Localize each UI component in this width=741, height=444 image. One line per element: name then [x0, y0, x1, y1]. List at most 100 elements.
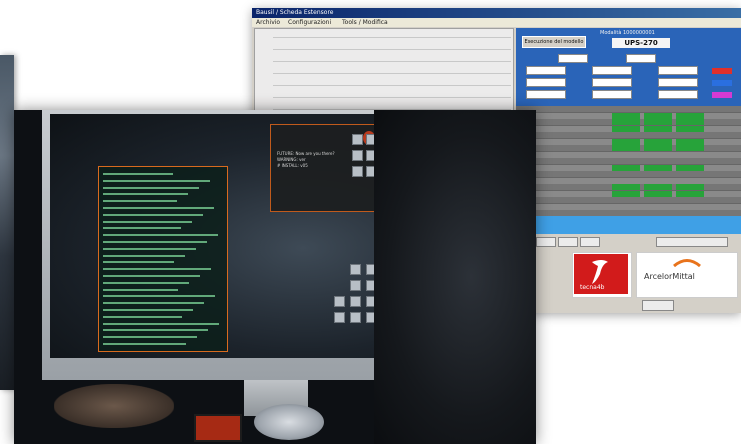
terminal-line: [103, 247, 196, 250]
tecna-logo-text: tecna4b: [580, 284, 605, 291]
grid-line: [273, 49, 511, 50]
status-cell: [644, 138, 672, 145]
display-value: UPS-270: [612, 38, 670, 48]
field-input[interactable]: [526, 78, 566, 87]
handheld-device: [194, 414, 242, 442]
grid-line: [273, 85, 511, 86]
terminal-line: [103, 234, 218, 237]
status-cell: [644, 184, 672, 190]
display-label: Modalità 1000000001: [600, 30, 655, 36]
status-cell: [676, 184, 704, 190]
field-input[interactable]: [658, 90, 698, 99]
desktop-icon: [334, 312, 345, 323]
status-cell: [676, 138, 704, 145]
person-silhouette: [374, 110, 536, 444]
terminal-line: [103, 309, 193, 311]
status-cell: [612, 125, 640, 132]
desktop-icon: [350, 264, 361, 275]
selected-row[interactable]: [516, 216, 741, 234]
window-title: Bausil / Scheda Estensore: [256, 9, 334, 16]
terminal-line: [103, 173, 173, 175]
terminal-line: [103, 193, 188, 196]
desktop-icon: [352, 150, 363, 161]
desktop-icon: [350, 312, 361, 323]
status-cell: [676, 112, 704, 119]
status-cell: [644, 125, 672, 132]
terminal-line: [103, 302, 204, 305]
status-cell: [644, 164, 672, 171]
terminal-line: [103, 207, 214, 209]
field-input[interactable]: [592, 78, 632, 87]
control-panel: Esecuzione del modello Modalità 10000000…: [516, 28, 741, 106]
control-strip: [516, 234, 741, 248]
title-bar: Bausil / Scheda Estensore: [252, 8, 741, 18]
grid-line: [273, 73, 511, 74]
grid-line: [273, 37, 511, 38]
popup-line: # INSTALL: v05: [277, 163, 308, 168]
terminal-line: [103, 254, 185, 257]
menu-item-configurazioni[interactable]: Configurazioni: [288, 18, 331, 27]
terminal-line: [103, 268, 211, 271]
status-cell: [676, 145, 704, 151]
terminal-line: [103, 329, 208, 332]
strip-button[interactable]: [580, 237, 600, 247]
status-cell: [612, 145, 640, 151]
terminal-line: [103, 200, 177, 203]
popup-line: FUTURE: Now are you there?: [277, 151, 335, 156]
terminal-line: [103, 179, 210, 182]
terminal-line: [103, 241, 207, 243]
terminal-line: [103, 288, 178, 291]
field-input[interactable]: [526, 66, 566, 75]
menu-bar: Archivio Configurazioni Tools / Modifica: [252, 18, 741, 27]
program-button[interactable]: Esecuzione del modello: [522, 36, 586, 48]
field-input[interactable]: [626, 54, 656, 63]
status-cell: [644, 112, 672, 119]
field-input[interactable]: [526, 90, 566, 99]
terminal-window: [98, 166, 228, 352]
strip-button[interactable]: [536, 237, 556, 247]
hand: [54, 384, 174, 428]
terminal-line: [103, 275, 200, 277]
status-cell: [612, 190, 640, 197]
field-input[interactable]: [558, 54, 588, 63]
field-input[interactable]: [592, 90, 632, 99]
status-cell: [676, 119, 704, 125]
desktop-icon: [334, 296, 345, 307]
desktop-icon: [350, 280, 361, 291]
popup-line: WARNING: ver: [277, 157, 306, 162]
status-cell: [644, 119, 672, 125]
status-cell: [612, 184, 640, 190]
terminal-line: [103, 295, 215, 298]
arcelor-mark-icon: [673, 259, 701, 267]
trend-plot: [254, 28, 514, 120]
desktop-icon: [352, 166, 363, 177]
status-cell: [644, 190, 672, 197]
terminal-line: [103, 336, 197, 339]
field-input[interactable]: [658, 66, 698, 75]
color-swatch-magenta: [712, 92, 732, 98]
field-input[interactable]: [658, 78, 698, 87]
status-cell: [676, 190, 704, 197]
strip-input[interactable]: [656, 237, 728, 247]
optical-disc: [254, 404, 324, 440]
status-cell: [612, 119, 640, 125]
terminal-line: [103, 213, 203, 216]
terminal-line: [103, 261, 174, 264]
terminal-line: [103, 315, 182, 318]
foreground-photo: FUTURE: Now are you there? WARNING: ver …: [14, 110, 536, 444]
background-photo-left: [0, 55, 14, 390]
status-cell: [612, 164, 640, 171]
menu-item-archivio[interactable]: Archivio: [256, 18, 280, 27]
ok-button[interactable]: [642, 300, 674, 311]
terminal-line: [103, 281, 189, 284]
color-swatch-blue: [712, 80, 732, 86]
menu-item-tools[interactable]: Tools / Modifica: [342, 18, 388, 27]
terminal-line: [103, 227, 181, 230]
terminal-line: [103, 343, 186, 345]
field-input[interactable]: [592, 66, 632, 75]
terminal-line: [103, 322, 219, 325]
arcelor-logo-text: ArcelorMittal: [644, 272, 695, 281]
strip-button[interactable]: [558, 237, 578, 247]
status-cell: [676, 164, 704, 171]
status-cell: [612, 138, 640, 145]
